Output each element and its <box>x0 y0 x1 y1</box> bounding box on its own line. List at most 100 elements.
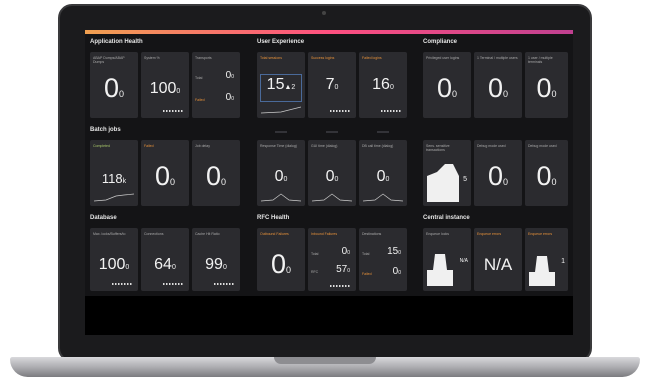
row-value: 570 <box>336 264 350 275</box>
section-title-batch-jobs: Batch jobs <box>90 127 121 133</box>
tile-value: N/A <box>483 255 513 274</box>
tile-connections[interactable]: Connections 640 <box>141 228 189 291</box>
row-value: 00 <box>225 70 234 81</box>
tile-title: Enqueue errors <box>477 232 502 236</box>
tile-db-call-time[interactable]: DB call time (dialog) 00 <box>359 140 407 206</box>
tile-privileged-logins[interactable]: Privileged user logins 00 <box>423 52 471 118</box>
sparkline <box>261 193 301 202</box>
tile-title: Connections <box>144 232 164 236</box>
tile-title: Destinations <box>362 232 382 236</box>
screen-bottom-area <box>85 296 573 335</box>
tile-title: GUI time (dialog) <box>311 144 338 148</box>
tile-value: 640 <box>154 256 176 273</box>
row-value: 150 <box>387 246 401 257</box>
tile-value: 15▲2 <box>266 76 296 93</box>
tile-value: 00 <box>205 161 227 191</box>
divider <box>326 131 338 133</box>
sparkline-dots <box>163 110 183 112</box>
tile-title: Debug mode used <box>477 144 506 148</box>
divider <box>275 131 287 133</box>
tile-response-time[interactable]: Response Time (dialog) 00 <box>257 140 305 206</box>
tile-title: Enqueue errors <box>528 232 553 236</box>
tile-user-multiple-terminals[interactable]: 1 user / multiple terminals 00 <box>525 52 568 118</box>
tile-max-locks[interactable]: Max. locks/Buffers/to 1000 <box>90 228 138 291</box>
tile-title: ABAP Dumps/ABAP Dumps <box>93 56 125 64</box>
tile-title: Enqueue locks <box>426 232 449 236</box>
tile-value: 00 <box>376 168 390 185</box>
sparkline <box>312 193 352 202</box>
tile-abap-dumps[interactable]: ABAP Dumps/ABAP Dumps 00 <box>90 52 138 118</box>
section-title-central-instance: Central instance <box>423 215 470 221</box>
row-label: Failed <box>362 272 372 276</box>
tile-title: Response Time (dialog) <box>260 144 297 148</box>
tile-debug-mode[interactable]: Debug mode used 00 <box>474 140 522 206</box>
tile-title: Sens. sensitive transactions <box>426 144 450 152</box>
row-label: Failed <box>195 98 205 102</box>
tile-title: Max. locks/Buffers/to <box>93 232 126 236</box>
tile-value: 1 <box>561 258 565 265</box>
tile-debug-mode-2[interactable]: Debug mode used 00 <box>525 140 568 206</box>
tile-title: 1 Terminal / multiple users <box>477 56 518 60</box>
tile-value: N/A <box>459 258 468 264</box>
tile-value: 00 <box>536 161 557 191</box>
camera-icon <box>322 11 326 15</box>
tile-value: 160 <box>372 76 394 93</box>
tile-title: Success logins <box>311 56 335 60</box>
tile-batch-completed[interactable]: Completed 118k <box>90 140 138 206</box>
tile-batch-failed[interactable]: Failed 00 <box>141 140 189 206</box>
tile-title: Total sessions <box>260 56 282 60</box>
row-value: 00 <box>225 92 234 103</box>
tile-value: 00 <box>487 161 509 191</box>
tile-title: Job delay <box>195 144 210 148</box>
tile-system-percent[interactable]: System % 1000 <box>141 52 189 118</box>
tile-value: 1000 <box>149 80 181 97</box>
tile-success-logins[interactable]: Success logins 70 <box>308 52 356 118</box>
sparkline-dots <box>381 110 401 112</box>
tile-title: Debug mode used <box>528 144 557 148</box>
tile-outbound-failures[interactable]: Outbound Failures 00 <box>257 228 305 291</box>
tile-failed-logins[interactable]: Failed logins 160 <box>359 52 407 118</box>
tile-title: Cache Hit Ratio <box>195 232 220 236</box>
row-label: Total <box>195 76 203 80</box>
tile-value: 00 <box>103 73 125 103</box>
tile-inbound-failures[interactable]: Inbound Failures Total 00 RFC 570 <box>308 228 356 291</box>
dashboard-screen: Application Health User Experience Compl… <box>85 30 573 335</box>
row-label: Total <box>362 252 370 256</box>
area-chart <box>529 256 555 286</box>
tile-cache-hit-ratio[interactable]: Cache Hit Ratio 990 <box>192 228 240 291</box>
tile-title: System % <box>144 56 160 60</box>
tile-destinations[interactable]: Destinations Total 150 Failed 00 <box>359 228 407 291</box>
sparkline <box>261 106 301 114</box>
section-title-compliance: Compliance <box>423 39 458 45</box>
row-value: 00 <box>392 266 401 277</box>
sparkline-dots <box>163 283 183 285</box>
tile-value: 00 <box>270 249 292 279</box>
tile-title: Inbound Failures <box>311 232 338 236</box>
tile-value: 118k <box>101 171 127 186</box>
tile-value: 990 <box>205 256 227 273</box>
tile-enqueue-locks[interactable]: Enqueue locks N/A <box>423 228 471 291</box>
sparkline-dots <box>214 283 234 285</box>
tile-enqueue-errors-2[interactable]: Enqueue errors 1 <box>525 228 568 291</box>
tile-title: DB call time (dialog) <box>362 144 394 148</box>
tile-job-delay[interactable]: Job delay 00 <box>192 140 240 206</box>
tile-value: 00 <box>325 168 339 185</box>
tile-enqueue-errors[interactable]: Enqueue errors N/A <box>474 228 522 291</box>
tile-sensitive-transactions[interactable]: Sens. sensitive transactions 5 <box>423 140 471 206</box>
tile-title: 1 user / multiple terminals <box>528 56 553 64</box>
area-chart <box>427 164 459 202</box>
tile-title: Completed <box>93 144 110 148</box>
tile-terminal-multiple-users[interactable]: 1 Terminal / multiple users 00 <box>474 52 522 118</box>
tile-value: 00 <box>536 73 557 103</box>
dashboard-grid: Application Health User Experience Compl… <box>85 34 573 296</box>
tile-title: Outbound Failures <box>260 232 289 236</box>
tile-gui-time[interactable]: GUI time (dialog) 00 <box>308 140 356 206</box>
sparkline <box>94 193 134 202</box>
section-title-user-experience: User Experience <box>257 39 305 45</box>
area-chart <box>427 254 453 286</box>
section-title-app-health: Application Health <box>90 39 143 45</box>
tile-total-sessions[interactable]: Total sessions 15▲2 <box>257 52 305 118</box>
sparkline <box>363 193 403 202</box>
tile-transports[interactable]: Transports Total 00 Failed 00 <box>192 52 240 118</box>
section-title-rfc-health: RFC Health <box>257 215 290 221</box>
